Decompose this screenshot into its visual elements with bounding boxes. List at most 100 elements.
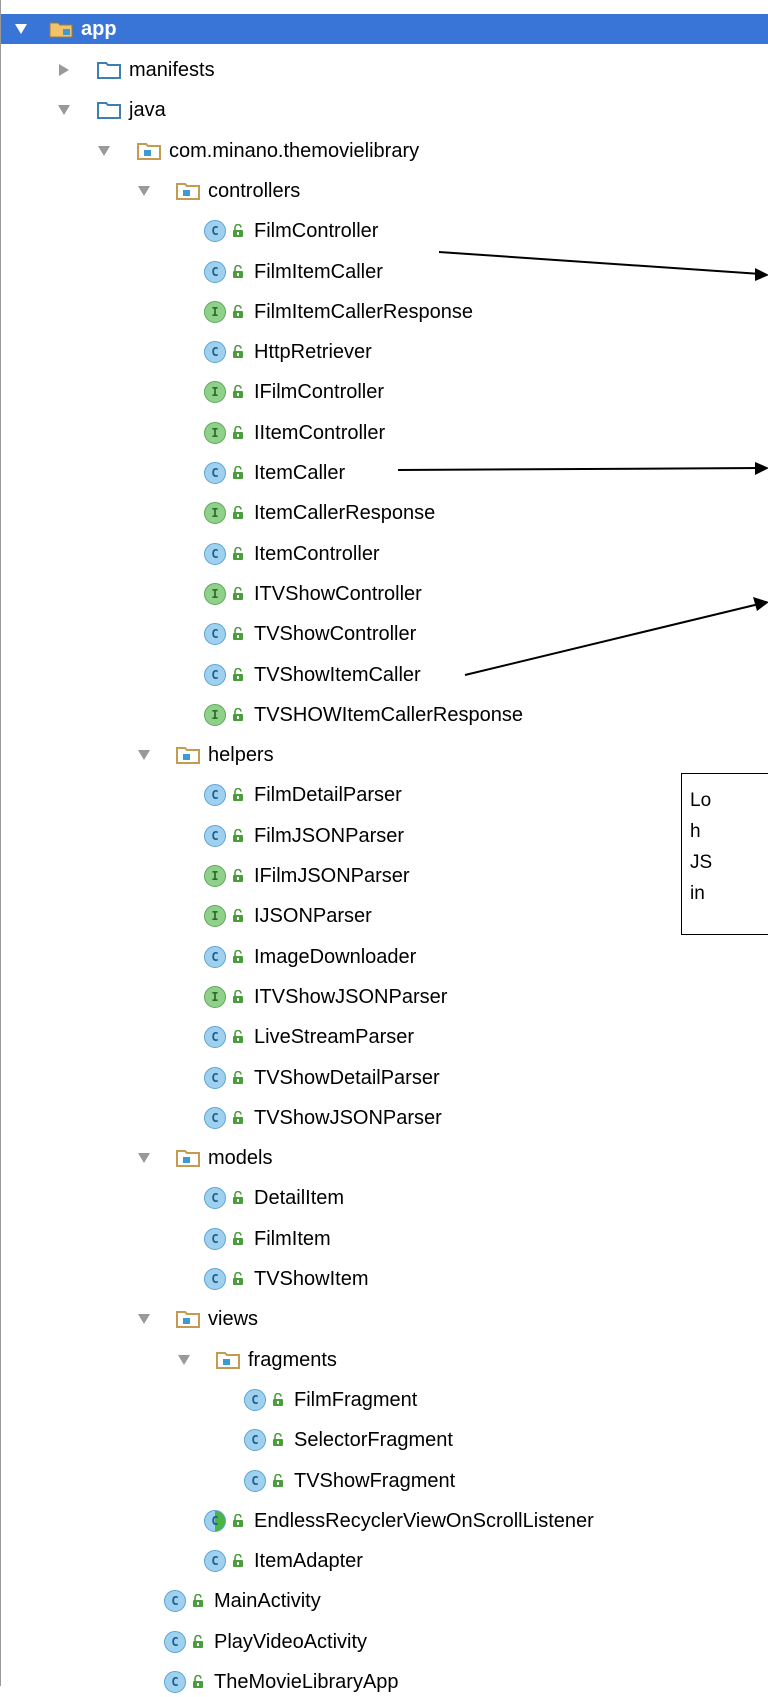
class-c-icon: C <box>244 1470 266 1492</box>
triangle-down-icon[interactable] <box>136 1311 152 1327</box>
note-line: JS <box>690 852 713 873</box>
triangle-down-icon[interactable] <box>96 143 112 159</box>
tree-item-itemcallerresponse[interactable]: I ItemCallerResponse <box>1 498 768 528</box>
tree-item-imagedownloader[interactable]: C ImageDownloader <box>1 942 768 972</box>
tree-item-label: PlayVideoActivity <box>214 1631 368 1653</box>
tree-item-label: EndlessRecyclerViewOnScrollListener <box>254 1510 594 1532</box>
tree-item-label: controllers <box>208 180 301 202</box>
package-icon <box>176 1149 200 1167</box>
tree-item-java[interactable]: java <box>1 95 768 125</box>
tree-item-itvshowjsonparser[interactable]: I ITVShowJSONParser <box>1 982 768 1012</box>
public-lock-icon <box>232 345 244 359</box>
class-c-icon: C <box>164 1671 186 1693</box>
tree-item-themovielibraryapp[interactable]: C TheMovieLibraryApp <box>1 1667 768 1697</box>
tree-item-tvshowfragment[interactable]: C TVShowFragment <box>1 1466 768 1496</box>
tree-item-filmitem[interactable]: C FilmItem <box>1 1224 768 1254</box>
annotation-note-box: Lo h JS in <box>681 773 768 935</box>
public-lock-icon <box>232 1030 244 1044</box>
tree-item-manifests[interactable]: manifests <box>1 55 768 85</box>
tree-item-httpretriever[interactable]: C HttpRetriever <box>1 337 768 367</box>
package-icon <box>216 1351 240 1369</box>
triangle-down-icon[interactable] <box>176 1352 192 1368</box>
tree-item-tvshowjsonparser[interactable]: C TVShowJSONParser <box>1 1103 768 1133</box>
tree-item-com-minano-themovielibrary[interactable]: com.minano.themovielibrary <box>1 136 768 166</box>
tree-item-label: FilmItemCaller <box>254 261 383 283</box>
tree-item-itemcaller[interactable]: C ItemCaller <box>1 458 768 488</box>
public-lock-icon <box>232 627 244 641</box>
tree-item-controllers[interactable]: controllers <box>1 176 768 206</box>
tree-item-itemadapter[interactable]: C ItemAdapter <box>1 1546 768 1576</box>
public-lock-icon <box>232 909 244 923</box>
tree-item-ifilmcontroller[interactable]: I IFilmController <box>1 377 768 407</box>
tree-root-app[interactable]: app <box>1 14 768 44</box>
class-c-icon: C <box>204 261 226 283</box>
tree-item-filmdetailparser[interactable]: C FilmDetailParser <box>1 780 768 810</box>
tree-item-fragments[interactable]: fragments <box>1 1345 768 1375</box>
module-folder-icon <box>49 20 73 38</box>
tree-item-tvshowcontroller[interactable]: C TVShowController <box>1 619 768 649</box>
tree-item-filmcontroller[interactable]: C FilmController <box>1 216 768 246</box>
tree-item-tvshowitem[interactable]: C TVShowItem <box>1 1264 768 1294</box>
folder-icon <box>97 61 121 79</box>
public-lock-icon <box>272 1433 284 1447</box>
public-lock-icon <box>232 829 244 843</box>
tree-item-models[interactable]: models <box>1 1143 768 1173</box>
tree-item-helpers[interactable]: helpers <box>1 740 768 770</box>
tree-root-label: app <box>81 18 117 40</box>
tree-item-views[interactable]: views <box>1 1304 768 1334</box>
class-c-icon: C <box>244 1389 266 1411</box>
tree-item-label: ItemCaller <box>254 462 346 484</box>
tree-item-label: SelectorFragment <box>294 1429 453 1451</box>
tree-item-tvshowitemcaller[interactable]: C TVShowItemCaller <box>1 660 768 690</box>
tree-item-label: IFilmController <box>254 381 385 403</box>
public-lock-icon <box>232 426 244 440</box>
tree-item-playvideoactivity[interactable]: C PlayVideoActivity <box>1 1627 768 1657</box>
interface-i-icon: I <box>204 301 226 323</box>
class-c-icon: C <box>204 220 226 242</box>
class-c-icon: C <box>204 825 226 847</box>
interface-i-icon: I <box>204 865 226 887</box>
package-icon <box>176 1310 200 1328</box>
tree-item-label: TVShowItem <box>254 1268 369 1290</box>
tree-item-mainactivity[interactable]: C MainActivity <box>1 1586 768 1616</box>
class-c-icon: C <box>204 341 226 363</box>
tree-item-tvshowdetailparser[interactable]: C TVShowDetailParser <box>1 1063 768 1093</box>
tree-item-label: TVSHOWItemCallerResponse <box>254 704 523 726</box>
tree-item-iitemcontroller[interactable]: I IItemController <box>1 418 768 448</box>
triangle-right-icon[interactable] <box>56 62 72 78</box>
tree-item-filmjsonparser[interactable]: C FilmJSONParser <box>1 821 768 851</box>
public-lock-icon <box>232 1514 244 1528</box>
tree-item-label: TheMovieLibraryApp <box>214 1671 399 1693</box>
tree-item-endlessrecyclerviewonscrolllistener[interactable]: C EndlessRecyclerViewOnScrollListener <box>1 1506 768 1536</box>
interface-i-icon: I <box>204 502 226 524</box>
tree-item-itvshowcontroller[interactable]: I ITVShowController <box>1 579 768 609</box>
class-c-icon: C <box>204 1026 226 1048</box>
tree-item-label: TVShowJSONParser <box>254 1107 442 1129</box>
tree-item-selectorfragment[interactable]: C SelectorFragment <box>1 1425 768 1455</box>
tree-item-tvshowitemcallerresponse[interactable]: I TVSHOWItemCallerResponse <box>1 700 768 730</box>
triangle-down-icon[interactable] <box>13 21 29 37</box>
triangle-down-icon[interactable] <box>136 1150 152 1166</box>
tree-item-label: TVShowController <box>254 623 417 645</box>
tree-item-ijsonparser[interactable]: I IJSONParser <box>1 901 768 931</box>
tree-item-detailitem[interactable]: C DetailItem <box>1 1183 768 1213</box>
triangle-down-icon[interactable] <box>136 183 152 199</box>
tree-item-label: ItemCallerResponse <box>254 502 436 524</box>
tree-item-label: ItemController <box>254 543 380 565</box>
triangle-down-icon[interactable] <box>56 102 72 118</box>
public-lock-icon <box>192 1594 204 1608</box>
interface-i-icon: I <box>204 422 226 444</box>
tree-item-filmitemcallerresponse[interactable]: I FilmItemCallerResponse <box>1 297 768 327</box>
tree-item-filmitemcaller[interactable]: C FilmItemCaller <box>1 257 768 287</box>
triangle-down-icon[interactable] <box>136 747 152 763</box>
public-lock-icon <box>232 950 244 964</box>
interface-i-icon: I <box>204 905 226 927</box>
tree-item-itemcontroller[interactable]: C ItemController <box>1 539 768 569</box>
class-c-icon: C <box>204 1067 226 1089</box>
tree-item-filmfragment[interactable]: C FilmFragment <box>1 1385 768 1415</box>
tree-item-ifilmjsonparser[interactable]: I IFilmJSONParser <box>1 861 768 891</box>
tree-item-livestreamparser[interactable]: C LiveStreamParser <box>1 1022 768 1052</box>
class-c-icon: C <box>204 1550 226 1572</box>
tree-item-label: com.minano.themovielibrary <box>169 140 420 162</box>
folder-icon <box>97 101 121 119</box>
